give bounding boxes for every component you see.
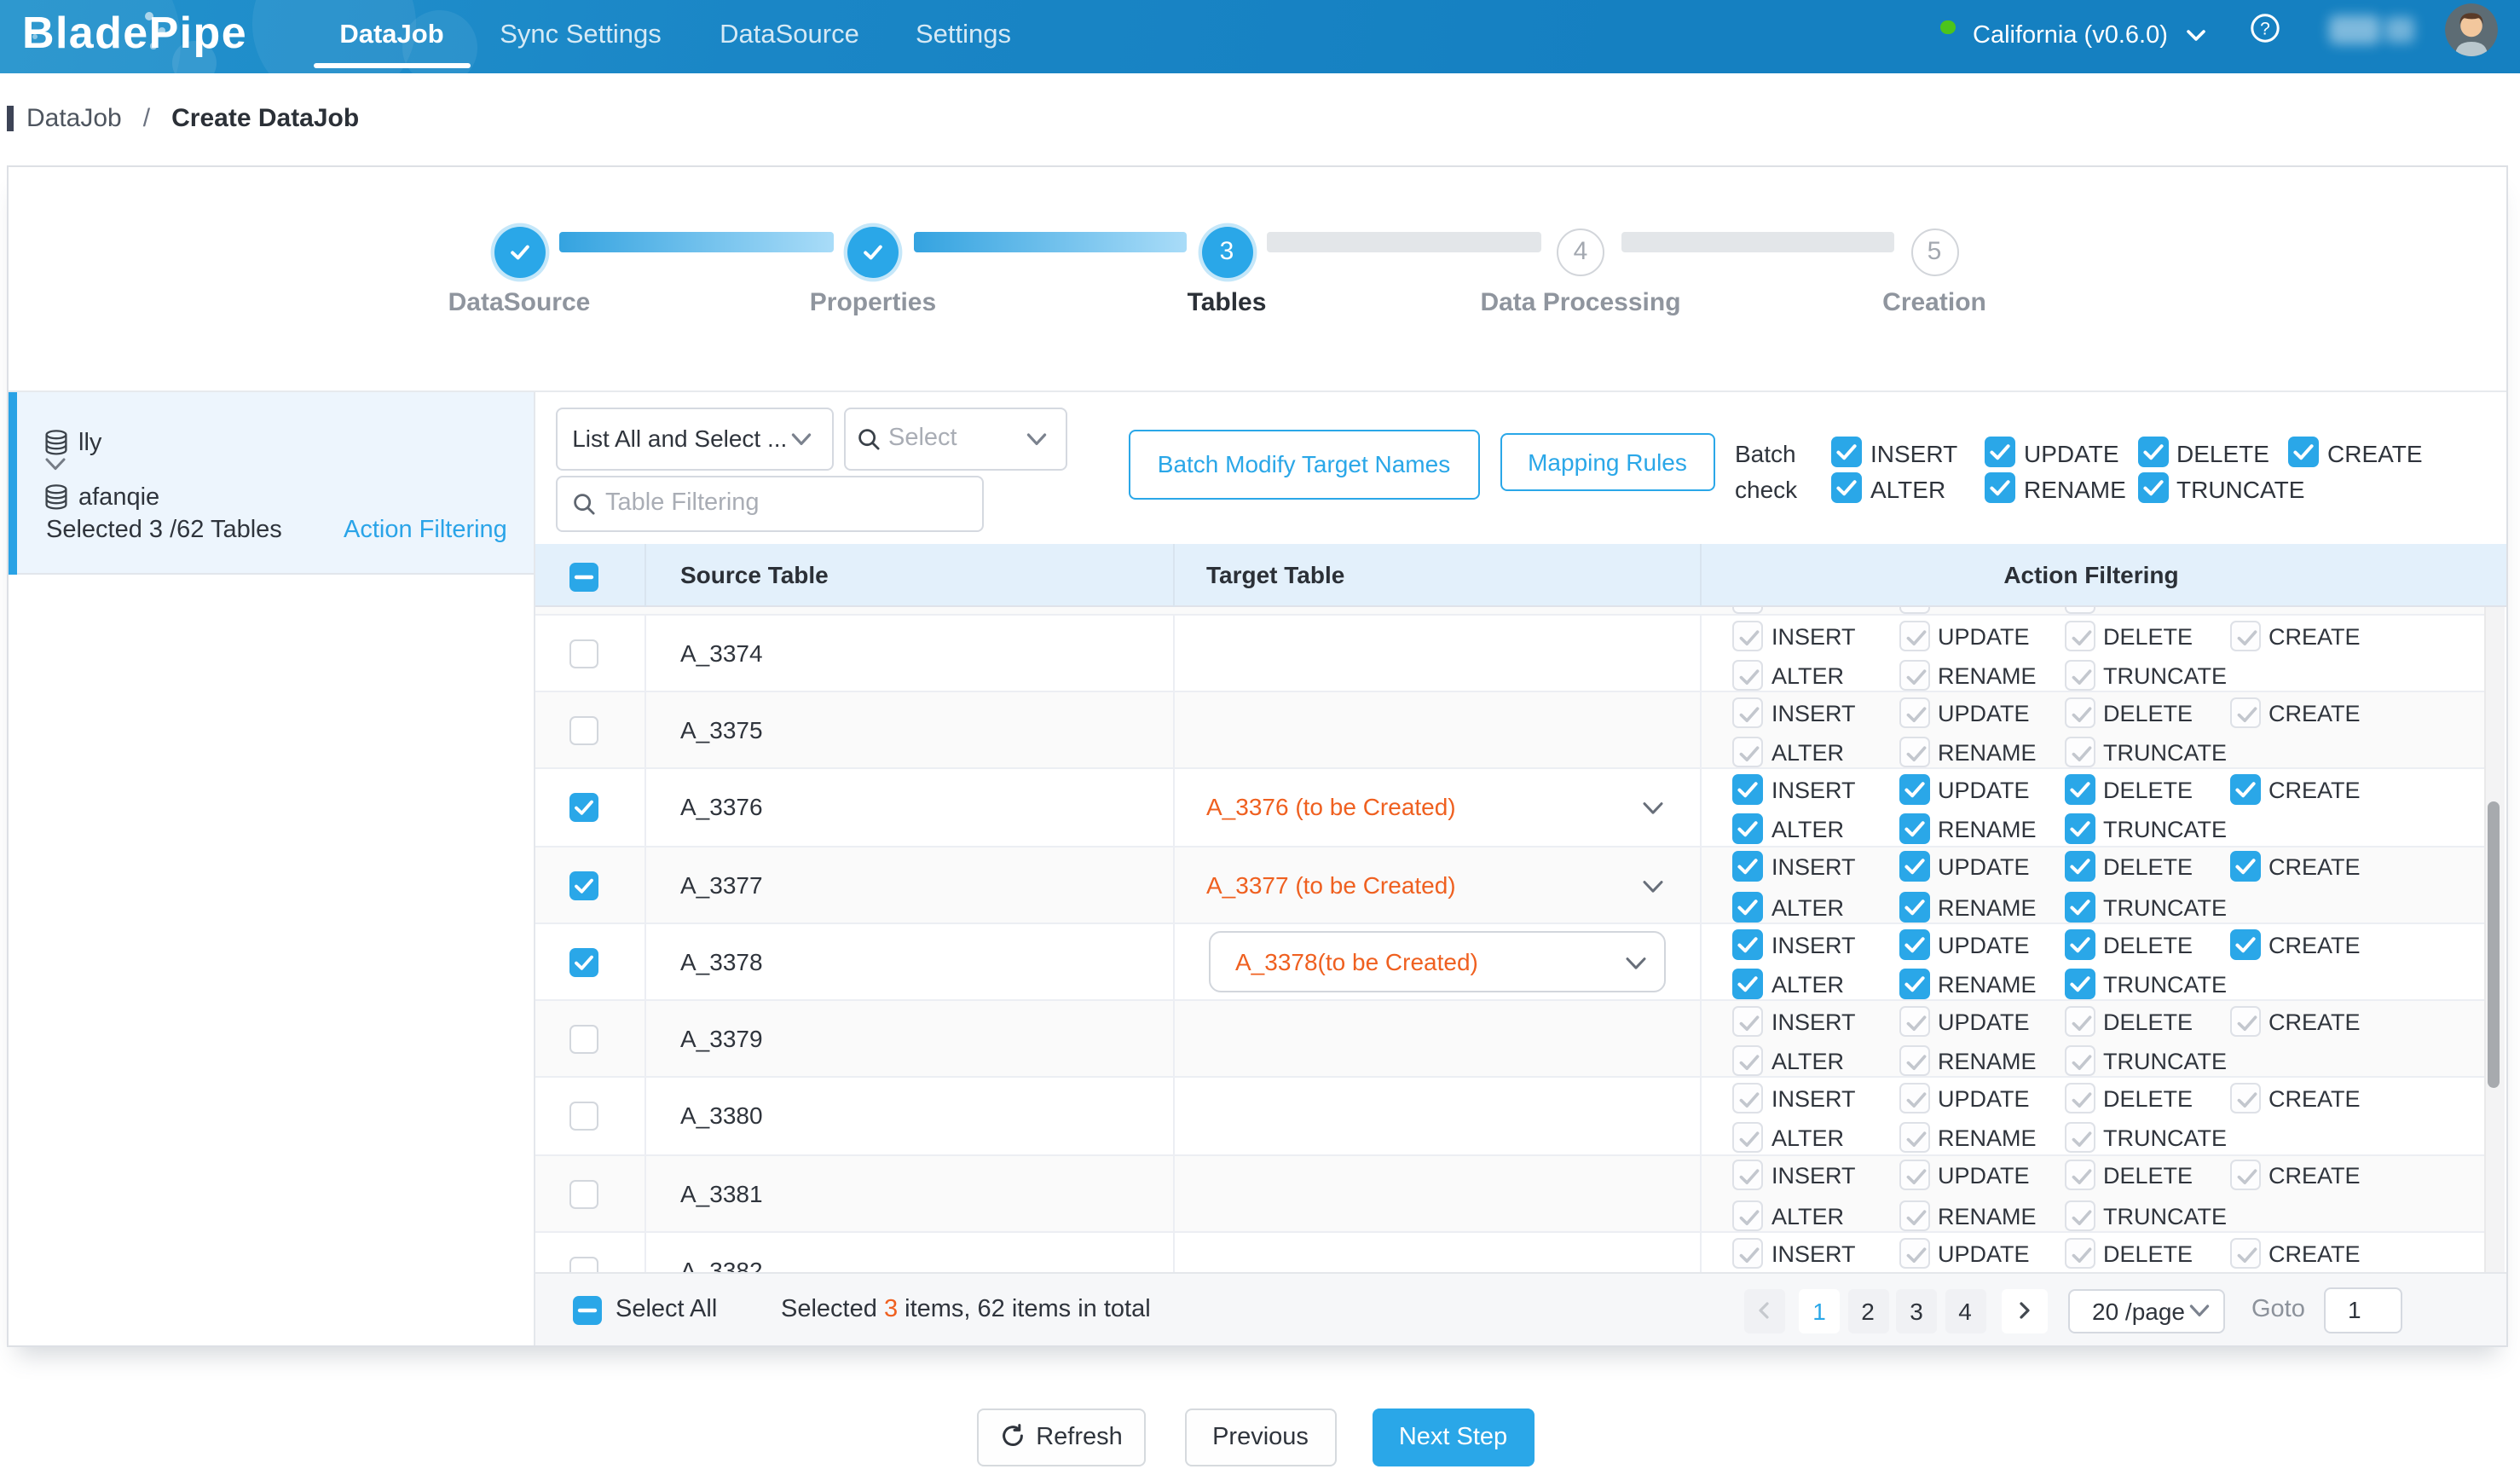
svg-text:?: ? [2260, 19, 2270, 38]
